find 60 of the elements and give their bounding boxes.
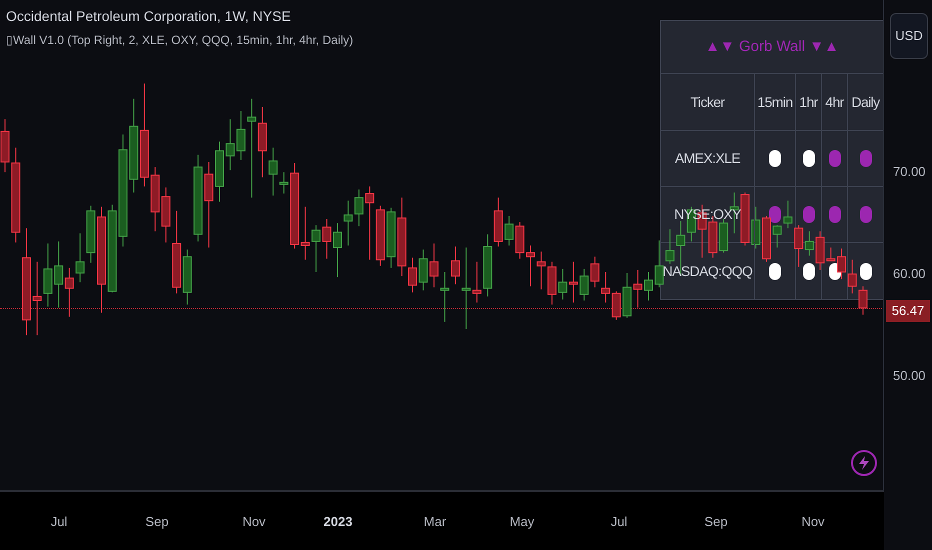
candlestick <box>580 268 589 302</box>
time-axis-label: May <box>510 513 534 531</box>
indicator-legend: ▯Wall V1.0 (Top Right, 2, XLE, OXY, QQQ, 15min, 1hr, 4hr, Daily) <box>6 31 354 49</box>
candlestick <box>590 256 600 288</box>
candlestick <box>783 200 792 229</box>
candlestick <box>430 242 438 288</box>
time-axis-label: Sep <box>704 513 728 531</box>
time-axis-label: Mar <box>424 513 446 531</box>
column-header: 4hr <box>822 74 848 130</box>
candlestick <box>312 224 321 272</box>
candlestick <box>268 147 278 196</box>
candlestick <box>601 271 610 304</box>
candlestick <box>472 261 482 304</box>
column-header: Daily <box>850 92 881 112</box>
chart-title: Occidental Petroleum Corporation, 1W, NYSE <box>6 7 292 26</box>
candlestick <box>440 271 450 322</box>
candlestick <box>848 259 857 294</box>
candlestick <box>450 246 460 285</box>
candlestick <box>633 269 642 308</box>
price-axis-label: 60.00 <box>893 264 926 283</box>
candlestick <box>462 247 471 330</box>
candlestick <box>76 232 85 283</box>
candlestick <box>64 267 74 318</box>
candlestick <box>279 172 288 194</box>
candlestick <box>365 186 374 260</box>
column-header: 1hr <box>796 74 822 130</box>
candlestick <box>858 286 868 316</box>
candlestick <box>568 261 578 304</box>
candlestick <box>772 224 782 248</box>
candlestick <box>665 228 674 264</box>
candlestick <box>536 251 546 290</box>
candlestick <box>332 222 342 278</box>
candlestick <box>612 290 621 320</box>
column-header: Ticker <box>661 74 755 130</box>
candlestick <box>418 249 428 291</box>
candlestick <box>322 218 332 260</box>
time-axis-label: Jul <box>50 513 68 531</box>
candlestick <box>236 110 246 160</box>
candlestick <box>794 224 804 268</box>
price-axis-label: 70.00 <box>893 163 926 182</box>
time-axis-label: Nov <box>242 513 266 531</box>
candlestick <box>300 206 310 260</box>
candlestick <box>247 98 256 198</box>
time-axis-label: Jul <box>610 513 628 531</box>
candlestick <box>344 200 353 246</box>
currency-button[interactable]: USD <box>890 13 928 59</box>
price-axis-label: 50.00 <box>893 366 926 385</box>
time-axis-label: 2023 <box>324 513 352 531</box>
column-header: 15min <box>755 74 796 130</box>
table-title: ▲▼ Gorb Wall ▼▲ <box>705 36 839 57</box>
last-price-label: 56.47 <box>886 300 930 322</box>
candlestick <box>354 188 364 227</box>
candlestick <box>504 215 514 246</box>
candlestick <box>804 230 814 256</box>
table-cell: AMEX:XLE <box>661 131 755 186</box>
time-axis-label: Nov <box>801 513 825 531</box>
time-axis-label: Sep <box>145 513 169 531</box>
candlestick <box>408 257 418 293</box>
candlestick <box>558 268 568 300</box>
lightning-icon[interactable] <box>851 450 877 476</box>
